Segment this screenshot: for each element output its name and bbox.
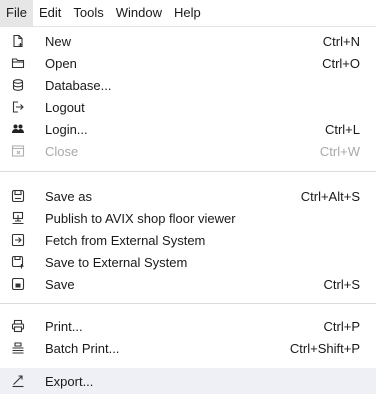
menu-item-print[interactable]: Print... Ctrl+P [0, 315, 376, 337]
menu-item-label: Publish to AVIX shop floor viewer [45, 210, 236, 226]
menu-item-label: Save to External System [45, 254, 188, 270]
menu-item-label: Close [45, 143, 79, 159]
menu-item-batch-print[interactable]: Batch Print... Ctrl+Shift+P [0, 337, 376, 359]
menu-item-database[interactable]: Database... [0, 74, 376, 96]
menu-separator [0, 303, 376, 304]
batch-print-icon [10, 340, 26, 356]
menu-file[interactable]: File [0, 0, 33, 26]
fetch-icon [10, 232, 26, 248]
menu-item-save-as[interactable]: Save as Ctrl+Alt+S [0, 185, 376, 207]
menu-separator [0, 171, 376, 172]
menu-item-new[interactable]: New Ctrl+N [0, 30, 376, 52]
menu-item-label: Save [45, 276, 75, 292]
export-icon [10, 373, 26, 389]
menu-tools[interactable]: Tools [67, 0, 109, 26]
menu-window[interactable]: Window [110, 0, 168, 26]
menu-item-shortcut: Ctrl+L [324, 121, 360, 137]
menu-item-label: Fetch from External System [45, 232, 206, 248]
menu-item-label: Print... [45, 318, 83, 334]
menu-item-publish[interactable]: Publish to AVIX shop floor viewer [0, 207, 376, 229]
save-external-icon [10, 254, 26, 270]
menu-item-login[interactable]: Login... Ctrl+L [0, 118, 376, 140]
menu-item-label: Database... [45, 77, 112, 93]
menu-item-close: Close Ctrl+W [0, 140, 376, 162]
printer-icon [10, 318, 26, 334]
menu-item-shortcut: Ctrl+Shift+P [289, 340, 360, 356]
menu-item-fetch-external[interactable]: Fetch from External System [0, 229, 376, 251]
folder-open-icon [10, 55, 26, 71]
menu-item-shortcut: Ctrl+O [322, 55, 360, 71]
menu-item-open[interactable]: Open Ctrl+O [0, 52, 376, 74]
save-icon [10, 276, 26, 292]
menu-bar: File Edit Tools Window Help [0, 0, 376, 26]
menu-item-label: Login... [45, 121, 88, 137]
publish-icon [10, 210, 26, 226]
users-icon [10, 121, 26, 137]
menu-item-label: New [45, 33, 72, 49]
menu-item-logout[interactable]: Logout [0, 96, 376, 118]
menu-item-label: Batch Print... [45, 340, 120, 356]
menu-item-shortcut: Ctrl+P [323, 318, 360, 334]
menu-item-save-external[interactable]: Save to External System [0, 251, 376, 273]
menu-item-save[interactable]: Save Ctrl+S [0, 273, 376, 295]
menu-item-shortcut: Ctrl+W [319, 143, 360, 159]
menu-help[interactable]: Help [168, 0, 207, 26]
menu-item-shortcut: Ctrl+Alt+S [300, 188, 360, 204]
menu-item-label: Save as [45, 188, 92, 204]
menu-item-shortcut: Ctrl+S [323, 276, 360, 292]
menu-edit[interactable]: Edit [33, 0, 67, 26]
logout-icon [10, 99, 26, 115]
menu-item-label: Logout [45, 99, 85, 115]
menu-item-shortcut: Ctrl+N [322, 33, 360, 49]
file-menu-dropdown: New Ctrl+N Open Ctrl+O Database... Logou… [0, 26, 376, 399]
save-as-icon [10, 188, 26, 204]
menu-item-export[interactable]: Export... [0, 368, 376, 394]
new-file-icon [10, 33, 26, 49]
database-icon [10, 77, 26, 93]
close-document-icon [10, 143, 26, 159]
menu-item-label: Open [45, 55, 77, 71]
menu-item-label: Export... [45, 373, 94, 389]
